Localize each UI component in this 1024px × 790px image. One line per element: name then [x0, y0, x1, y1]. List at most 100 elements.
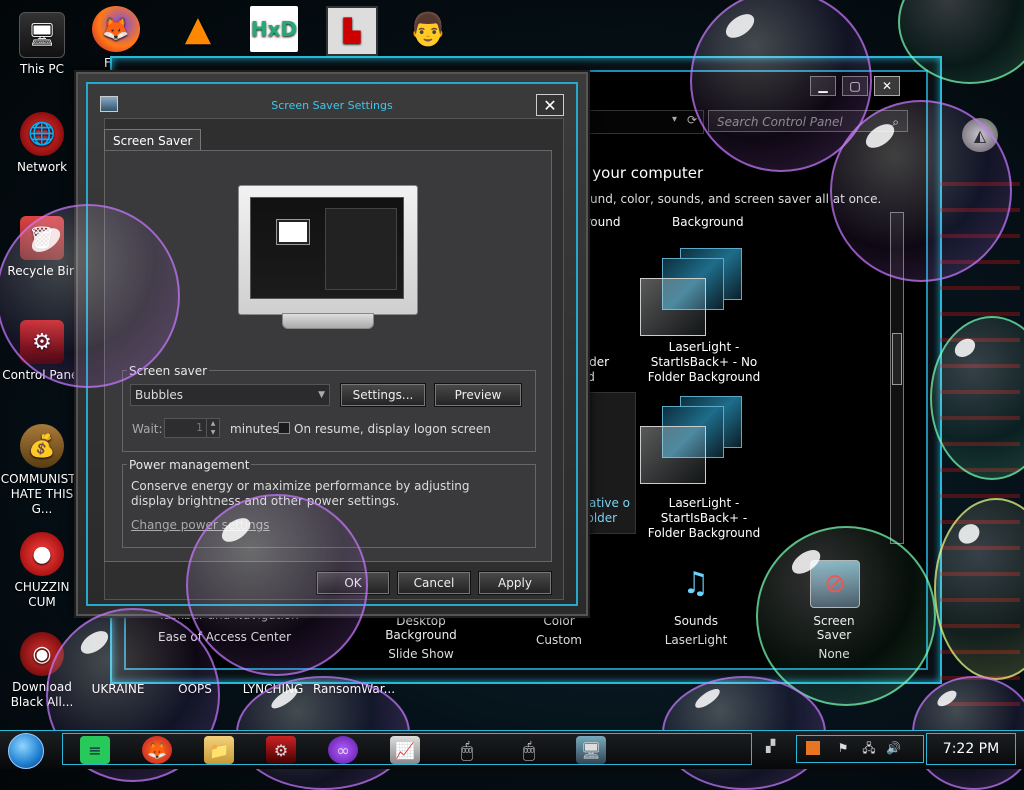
desktop-icon-label: This PC: [20, 62, 64, 76]
bottom-item-value: Slide Show: [388, 647, 454, 661]
bottom-item-desktop-background[interactable]: Desktop Background Slide Show: [362, 614, 480, 661]
ok-button[interactable]: OK: [316, 571, 390, 595]
minimize-button[interactable]: ▁: [810, 76, 836, 96]
refresh-icon[interactable]: ⟳: [687, 113, 697, 127]
desktop-icon-label: RansomWar...: [312, 682, 396, 696]
desktop-icon-recycle-bin[interactable]: 🗑 Recycle Bin: [0, 216, 84, 279]
theme-label: LaserLight - StartIsBack+ - Folder Backg…: [647, 496, 761, 540]
desktop-icon-user[interactable]: 👨: [398, 6, 458, 56]
money-bag-icon: 💰: [20, 424, 64, 468]
mouse-icon[interactable]: 🖱: [514, 736, 544, 764]
preview-button[interactable]: Preview: [434, 383, 522, 407]
search-input[interactable]: Search Control Panel ⌕: [708, 110, 908, 132]
theme-laserlight-no-folder[interactable]: [640, 248, 760, 338]
screen-saver-select[interactable]: Bubbles ▼: [130, 384, 330, 406]
right-decoration: [940, 160, 1020, 720]
desktop-icon-label: CHUZZIN CUM: [14, 580, 70, 609]
action-center-flag-icon[interactable]: ⚑: [836, 741, 850, 755]
desktop-icon-this-pc[interactable]: 🖥 This PC: [0, 12, 84, 77]
control-panel-icon[interactable]: ⚙: [266, 736, 296, 764]
desktop-icon-control-panel[interactable]: ⚙ Control Panel: [0, 320, 84, 383]
file-explorer-icon[interactable]: 📁: [204, 736, 234, 764]
computer-icon: 🖥: [19, 12, 65, 58]
theme-label: LaserLight - StartIsBack+ - No Folder Ba…: [647, 340, 761, 384]
control-panel-icon: ⚙: [20, 320, 64, 364]
monitor-base: [282, 313, 374, 329]
bottom-item-title: Color: [543, 614, 575, 628]
wait-minutes-spinner[interactable]: 1 ▲ ▼: [164, 418, 220, 438]
close-button[interactable]: ✕: [874, 76, 900, 96]
search-icon[interactable]: ⌕: [892, 111, 899, 133]
side-link-ease-of-access[interactable]: Ease of Access Center: [158, 630, 291, 644]
desktop-icon-chuzzin[interactable]: ● CHUZZIN CUM: [0, 532, 84, 610]
desktop-icon-label: Network: [16, 160, 68, 174]
sounds-icon: ♫: [682, 565, 710, 601]
change-power-settings-link[interactable]: Change power settings: [131, 518, 270, 532]
preview-window: [277, 220, 309, 244]
spinner-up-icon[interactable]: ▲: [206, 419, 219, 428]
bottom-item-value: Custom: [536, 633, 582, 647]
dialog-title: Screen Saver Settings: [271, 99, 393, 112]
desktop-icon-download[interactable]: ◉ Download Black All...: [0, 632, 84, 710]
chevron-down-icon: ▾: [671, 114, 677, 125]
vlc-cone-icon: ▲: [184, 8, 212, 49]
desktop-icon-ukraine[interactable]: UKRAINE: [88, 682, 148, 697]
power-management-description: Conserve energy or maximize performance …: [131, 479, 470, 508]
start-orb-button[interactable]: [8, 733, 44, 769]
desktop-icon-label: UKRAINE: [91, 682, 145, 696]
resume-logon-checkbox[interactable]: [278, 422, 290, 434]
dialog-close-button[interactable]: ✕: [536, 94, 564, 116]
bottom-item-color[interactable]: Color Custom: [530, 614, 588, 647]
spotify-icon[interactable]: ≡: [80, 736, 110, 764]
desktop-icon-maze[interactable]: ▙: [322, 6, 382, 60]
alien-head-icon: ◭: [962, 118, 998, 152]
tor-browser-icon[interactable]: ∞: [328, 736, 358, 764]
chevron-down-icon: ▼: [318, 390, 325, 400]
show-desktop-icon[interactable]: ▞: [766, 739, 784, 757]
spinner-down-icon[interactable]: ▼: [206, 428, 219, 437]
resume-logon-label[interactable]: On resume, display logon screen: [294, 422, 491, 436]
apply-button[interactable]: Apply: [478, 571, 552, 595]
tray-app-icon[interactable]: [806, 741, 820, 755]
desktop-icon-hxd[interactable]: HxD: [244, 6, 304, 56]
desktop-icon-label: COMMUNISTS HATE THIS G...: [0, 472, 84, 516]
desktop-icon-label: Recycle Bin: [7, 264, 77, 278]
control-panel-title-buttons: ▁ ▢ ✕: [810, 76, 900, 96]
theme-laserlight-folder[interactable]: [640, 396, 760, 486]
desktop-icon-label: OOPS: [178, 682, 212, 696]
screen-saver-group-label: Screen saver: [127, 364, 210, 378]
desktop-icon-label: LYNCHING: [242, 682, 304, 696]
maze-game-icon: ▙: [326, 6, 378, 56]
cancel-button[interactable]: Cancel: [397, 571, 471, 595]
themes-scrollbar[interactable]: [890, 212, 904, 544]
page-title: n your computer: [578, 164, 704, 182]
desktop-icon-vlc[interactable]: ▲: [168, 6, 228, 56]
desktop-icon-ransomware[interactable]: RansomWar...: [312, 682, 396, 697]
hxd-icon: HxD: [250, 6, 298, 52]
desktop-icon-label: Download Black All...: [10, 680, 74, 709]
bottom-item-screen-saver[interactable]: Screen Saver None: [796, 614, 872, 661]
mouse-icon[interactable]: 🖱: [452, 736, 482, 764]
chuzzle-icon: ●: [20, 532, 64, 576]
network-icon[interactable]: 🖧: [862, 741, 876, 755]
bottom-item-value: None: [818, 647, 850, 661]
desktop-icon-lynching[interactable]: LYNCHING: [240, 682, 306, 697]
tab-screen-saver[interactable]: Screen Saver: [104, 129, 202, 152]
desktop-icon-communists[interactable]: 💰 COMMUNISTS HATE THIS G...: [0, 424, 84, 517]
desktop-icon-oops[interactable]: OOPS: [166, 682, 224, 697]
taskbar-clock[interactable]: 7:22 PM: [926, 733, 1016, 765]
theme-preview-front: [640, 278, 706, 336]
maximize-button[interactable]: ▢: [842, 76, 868, 96]
firefox-icon[interactable]: 🦊: [142, 736, 172, 764]
screen-saver-preview-monitor: [238, 185, 418, 330]
settings-button[interactable]: Settings...: [340, 383, 426, 407]
bottom-item-sounds[interactable]: Sounds LaserLight: [662, 614, 730, 647]
desktop-icon-network[interactable]: 🌐 Network: [0, 112, 84, 175]
bottom-item-title: Screen Saver: [813, 614, 855, 642]
volume-icon[interactable]: 🔊: [886, 741, 901, 755]
address-bar[interactable]: ▾ ⟳: [580, 110, 704, 134]
preview-panel: [325, 208, 397, 290]
performance-monitor-icon[interactable]: 📈: [390, 736, 420, 764]
scrollbar-thumb[interactable]: [892, 333, 902, 385]
display-settings-icon[interactable]: 🖥: [576, 736, 606, 764]
